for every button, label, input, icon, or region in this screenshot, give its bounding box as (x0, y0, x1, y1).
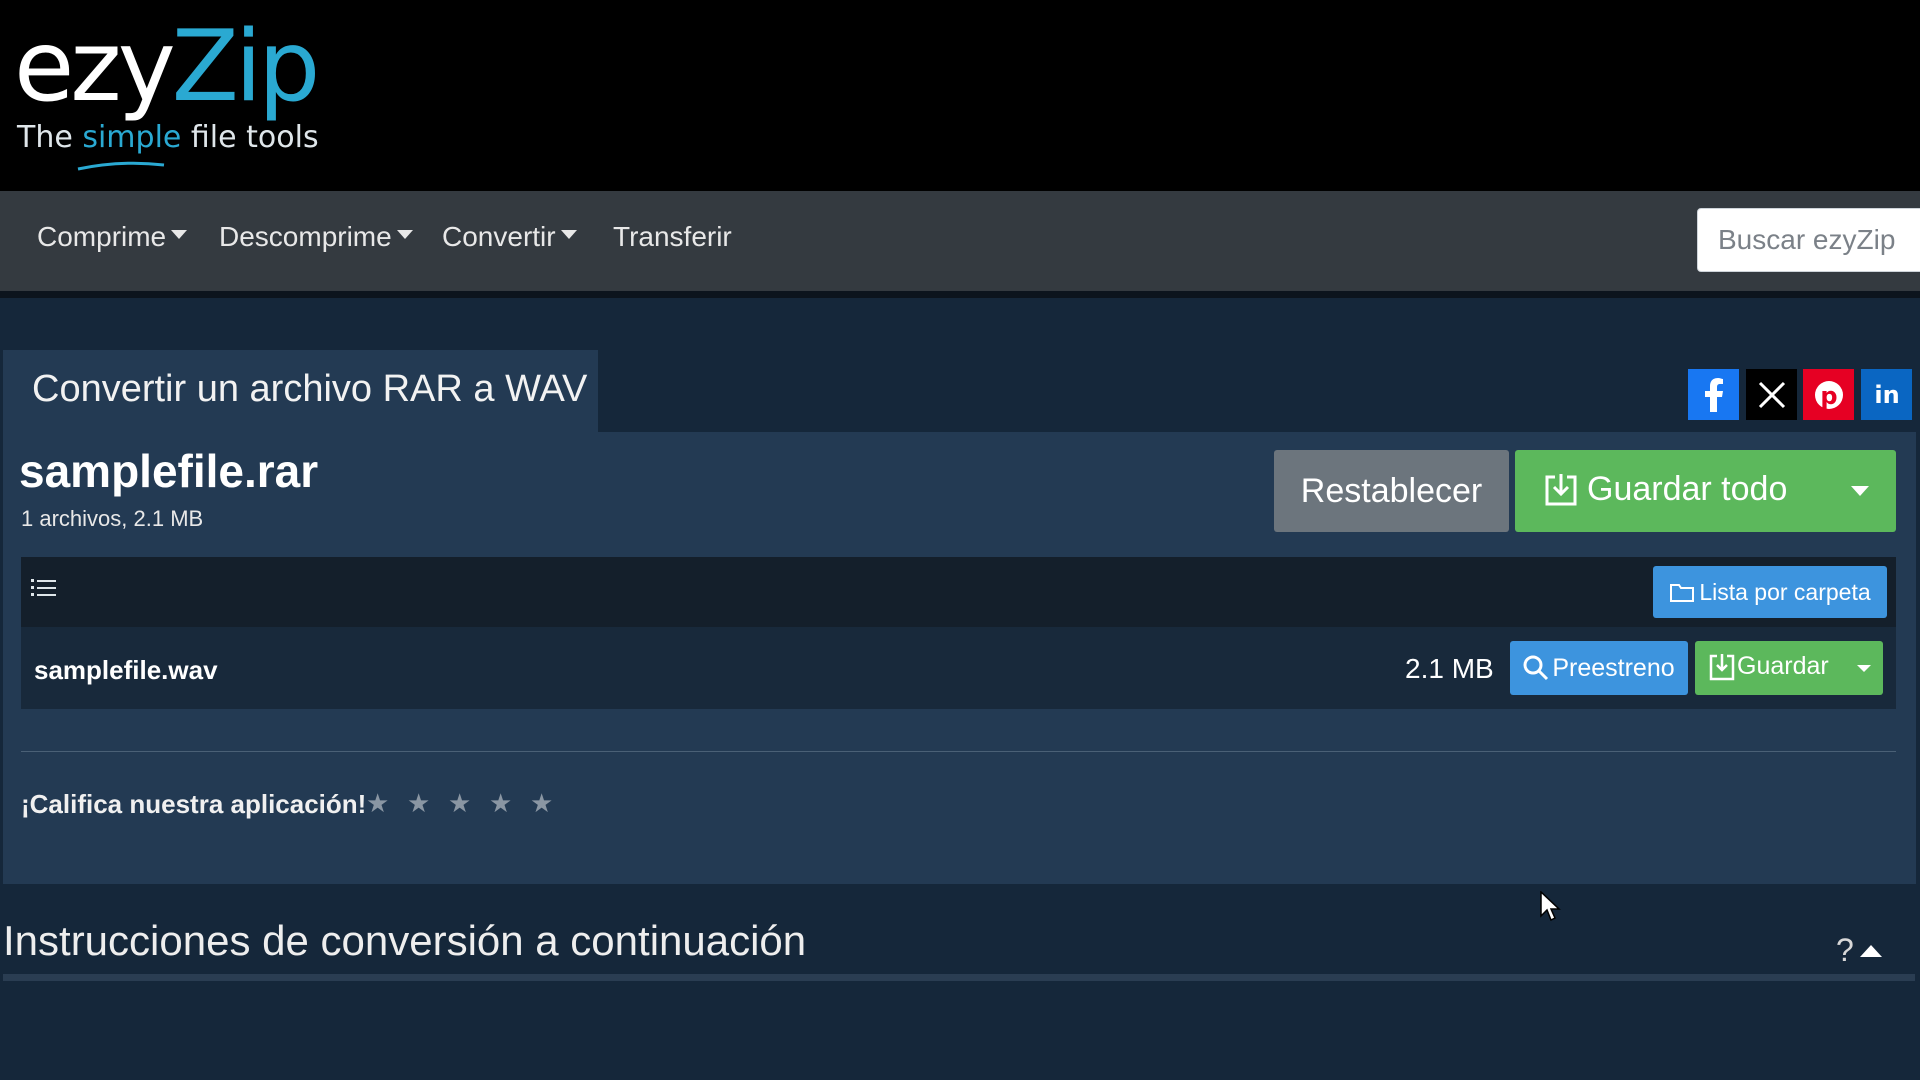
mouse-cursor-icon (1540, 891, 1561, 922)
list-icon[interactable] (30, 576, 58, 600)
facebook-icon (1704, 377, 1723, 412)
instructions-section (0, 884, 1920, 1080)
tagline-before: The (17, 120, 83, 155)
chevron-down-icon (171, 229, 188, 239)
preview-label: Preestreno (1552, 653, 1675, 682)
archive-name: samplefile.rar (19, 445, 319, 497)
logo-ezy: ezy (14, 10, 176, 124)
tool-tab: Convertir un archivo RAR a WAV (3, 350, 598, 432)
chevron-down-icon (560, 229, 577, 239)
file-list-toolbar (21, 557, 1896, 627)
pinterest-icon: p (1814, 380, 1843, 410)
logo-tagline: The simple file tools (17, 120, 319, 155)
site-header: ezyZip The simple file tools (0, 0, 1920, 191)
main-navbar: Comprime Descomprime Convertir Transferi… (0, 191, 1920, 291)
logo-zip: Zip (171, 10, 321, 124)
nav-descomprime-label: Descomprime (219, 221, 392, 252)
save-file-label: Guardar (1737, 652, 1829, 680)
nav-transferir[interactable]: Transferir (613, 221, 732, 253)
svg-text:in: in (1874, 381, 1899, 409)
reset-button[interactable]: Restablecer (1274, 450, 1509, 532)
instructions-rule (3, 974, 1915, 981)
chevron-down-icon (1857, 664, 1871, 672)
tagline-highlight: simple (82, 120, 182, 155)
nav-comprime[interactable]: Comprime (37, 221, 188, 253)
folder-list-label: Lista por carpeta (1699, 578, 1871, 605)
rating-star-4[interactable]: ★ (489, 789, 512, 819)
folder-list-button[interactable]: Lista por carpeta (1653, 566, 1887, 618)
save-all-button[interactable]: Guardar todo (1515, 450, 1896, 532)
tool-tab-title: Convertir un archivo RAR a WAV (32, 368, 588, 410)
nav-convertir-label: Convertir (442, 221, 556, 252)
search-icon (1523, 655, 1549, 681)
logo-wordmark: ezyZip (14, 10, 321, 124)
chevron-up-icon (1859, 944, 1882, 957)
help-label: ? (1836, 932, 1854, 968)
ezyzip-logo[interactable]: ezyZip The simple file tools (14, 10, 321, 172)
search-input[interactable] (1697, 208, 1920, 272)
rating-star-2[interactable]: ★ (407, 789, 430, 819)
linkedin-icon: in (1874, 381, 1899, 409)
x-twitter-icon (1758, 381, 1785, 408)
logo-swoosh-icon (77, 161, 165, 171)
file-size: 2.1 MB (1405, 653, 1494, 684)
download-icon (1709, 653, 1735, 680)
download-icon (1545, 473, 1577, 505)
chevron-down-icon (396, 229, 413, 239)
linkedin-share-button[interactable]: in (1861, 369, 1912, 420)
rating-label: ¡Califica nuestra aplicación! (21, 789, 367, 819)
nav-transferir-label: Transferir (613, 221, 732, 252)
chevron-down-icon (1851, 486, 1869, 496)
pinterest-share-button[interactable]: p (1803, 369, 1854, 420)
help-toggle[interactable]: ? (1836, 932, 1882, 969)
archive-meta: 1 archivos, 2.1 MB (21, 506, 204, 531)
file-name: samplefile.wav (34, 655, 218, 685)
nav-convertir[interactable]: Convertir (442, 221, 577, 253)
rating-star-3[interactable]: ★ (448, 789, 471, 819)
folder-icon (1670, 584, 1695, 602)
nav-bottom-strip (0, 291, 1920, 298)
svg-text:p: p (1820, 382, 1837, 410)
instructions-title: Instrucciones de conversión a continuaci… (3, 917, 807, 964)
preview-button[interactable]: Preestreno (1510, 641, 1688, 695)
facebook-share-button[interactable] (1688, 369, 1739, 420)
tagline-after: file tools (181, 120, 319, 155)
save-all-dropdown-toggle[interactable] (1824, 450, 1896, 532)
section-divider (21, 751, 1896, 752)
nav-descomprime[interactable]: Descomprime (219, 221, 413, 253)
rating-star-1[interactable]: ★ (366, 789, 389, 819)
save-file-button[interactable]: Guardar (1695, 641, 1883, 695)
save-all-label: Guardar todo (1587, 470, 1788, 508)
nav-comprime-label: Comprime (37, 221, 167, 252)
save-file-dropdown-toggle[interactable] (1845, 641, 1883, 695)
rating-star-5[interactable]: ★ (530, 789, 553, 819)
x-share-button[interactable] (1746, 369, 1797, 420)
